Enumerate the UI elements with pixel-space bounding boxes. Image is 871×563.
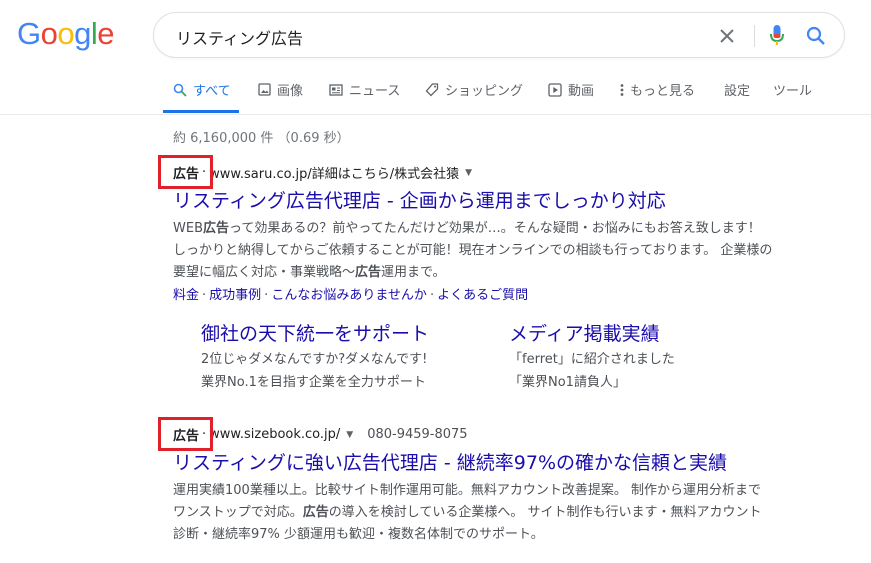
inline-sitelinks: 料金 · 成功事例 · こんなお悩みありませんか · よくあるご質問	[173, 284, 773, 303]
tabs-divider	[0, 114, 871, 115]
tab-shopping[interactable]: ショッピング	[425, 80, 523, 99]
tab-label: 動画	[568, 84, 595, 99]
more-vert-icon	[620, 83, 624, 96]
separator-dot: ·	[429, 288, 435, 303]
tab-label: すべて	[193, 84, 231, 99]
result-snippet: WEB広告って効果あるの？前やってたんだけど効果が…。そんな疑問・お悩みにもお答…	[173, 218, 773, 284]
logo-letter: o	[57, 16, 75, 51]
sitelink-title[interactable]: メディア掲載実績	[509, 322, 675, 346]
tab-label: 設定	[724, 84, 751, 99]
news-icon	[329, 83, 343, 96]
separator-dot: ·	[202, 165, 207, 180]
ad-badge: 広告	[173, 167, 200, 182]
display-url[interactable]: www.saru.co.jp/詳細はこちら/株式会社猿	[209, 163, 459, 182]
ad-badge: 広告	[173, 429, 200, 444]
tab-label: ショッピング	[445, 84, 524, 99]
sitelink-description: 「ferret」に紹介されました	[509, 352, 675, 367]
separator-dot: ·	[202, 288, 207, 303]
search-icon	[806, 26, 825, 45]
tab-videos[interactable]: 動画	[548, 80, 594, 99]
logo-letter: o	[40, 16, 58, 51]
keyword-highlight: 広告	[203, 221, 230, 236]
search-button[interactable]	[804, 24, 828, 48]
search-divider	[754, 25, 755, 47]
tab-label: もっと見る	[630, 84, 696, 99]
snippet-text: って効果あるの？前やってたんだけど効果が…。そんな疑問・お悩みにもお答え致します…	[173, 221, 773, 280]
snippet-text: 運用まで。	[381, 265, 446, 280]
sitelink-description: 業界No.1を目指す企業を全力サポート	[201, 375, 426, 390]
clear-button[interactable]	[715, 24, 739, 48]
tab-label: 画像	[277, 84, 304, 99]
logo-letter: G	[17, 16, 41, 51]
sitelink: 御社の天下統一をサポート 2位じゃダメなんですか?ダメなんです! 業界No.1を…	[201, 322, 429, 394]
search-results-page: Google リスティング広告 すべて 画像 ニュース ショッピング 動画 もっ…	[0, 0, 871, 563]
inline-sitelink[interactable]: よくあるご質問	[437, 288, 528, 303]
tab-more[interactable]: もっと見る	[620, 80, 695, 99]
display-url[interactable]: www.sizebook.co.jp/	[209, 427, 340, 442]
sitelink-description: 2位じゃダメなんですか?ダメなんです!	[201, 352, 428, 367]
dropdown-caret-icon[interactable]: ▼	[465, 168, 472, 178]
tab-label: ツール	[773, 84, 813, 99]
search-box[interactable]: リスティング広告	[153, 12, 845, 58]
tab-news[interactable]: ニュース	[329, 80, 400, 99]
snippet-text: WEB	[173, 221, 203, 236]
sitelink-description: 「業界No1請負人」	[509, 375, 626, 390]
tab-tools[interactable]: ツール	[773, 80, 812, 99]
inline-sitelink[interactable]: こんなお悩みありませんか	[271, 288, 427, 303]
search-input[interactable]: リスティング広告	[176, 25, 303, 49]
tag-icon	[425, 82, 439, 96]
logo-letter: e	[97, 16, 115, 51]
tab-all[interactable]: すべて	[173, 80, 231, 99]
close-icon	[720, 29, 734, 43]
inline-sitelink[interactable]: 成功事例	[209, 288, 261, 303]
result-stats: 約 6,160,000 件 （0.69 秒）	[173, 131, 350, 146]
result-snippet: 運用実績100業種以上。比較サイト制作運用可能。無料アカウント改善提案。 制作か…	[173, 480, 773, 546]
tab-images[interactable]: 画像	[258, 80, 303, 99]
ad-result: 広告 · www.sizebook.co.jp/ ▼ 080-9459-8075…	[173, 425, 773, 546]
microphone-icon	[770, 25, 784, 45]
separator-dot: ·	[264, 288, 269, 303]
ad-result: 広告 · www.saru.co.jp/詳細はこちら/株式会社猿 ▼ リスティン…	[173, 163, 773, 303]
active-tab-indicator	[163, 110, 239, 113]
result-url-line: 広告 · www.saru.co.jp/詳細はこちら/株式会社猿 ▼	[173, 163, 773, 182]
tab-label: ニュース	[349, 84, 401, 99]
google-logo[interactable]: Google	[17, 16, 115, 52]
phone-number[interactable]: 080-9459-8075	[367, 427, 467, 442]
sitelink-title[interactable]: 御社の天下統一をサポート	[201, 322, 429, 346]
video-icon	[548, 82, 562, 97]
logo-letter: g	[74, 16, 91, 51]
search-icon	[173, 83, 187, 97]
inline-sitelink[interactable]: 料金	[173, 288, 199, 303]
tab-settings[interactable]: 設定	[724, 80, 750, 99]
sitelink: メディア掲載実績 「ferret」に紹介されました 「業界No1請負人」	[509, 322, 675, 394]
dropdown-caret-icon[interactable]: ▼	[346, 430, 353, 440]
keyword-highlight: 広告	[302, 505, 329, 520]
voice-search-button[interactable]	[765, 24, 789, 48]
keyword-highlight: 広告	[355, 265, 382, 280]
result-url-line: 広告 · www.sizebook.co.jp/ ▼ 080-9459-8075	[173, 425, 773, 444]
result-title[interactable]: リスティングに強い広告代理店 - 継続率97%の確かな信頼と実績	[173, 448, 773, 475]
image-icon	[258, 83, 271, 96]
result-title[interactable]: リスティング広告代理店 - 企画から運用までしっかり対応	[173, 186, 773, 213]
separator-dot: ·	[202, 427, 207, 442]
